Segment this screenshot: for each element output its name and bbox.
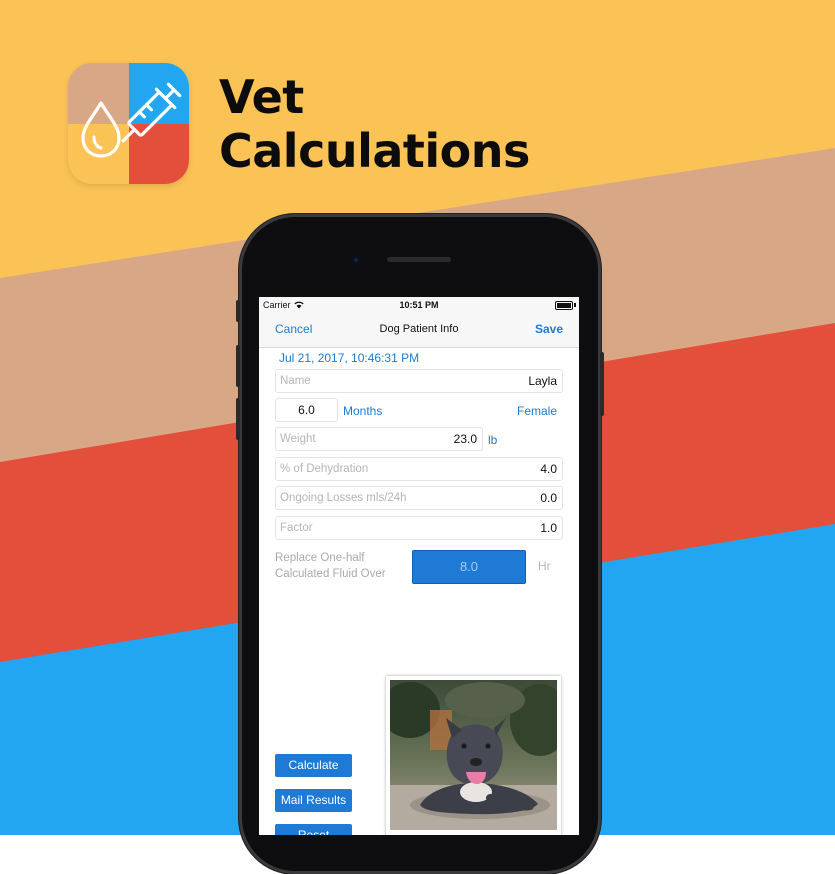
ongoing-losses-placeholder: Ongoing Losses mls/24h [280,492,407,504]
drop-and-syringe-icon [81,82,182,158]
replace-fluid-label-line1: Replace One-half [275,552,365,564]
app-title: Vet Calculations [219,70,530,178]
ongoing-losses-field[interactable]: Ongoing Losses mls/24h 0.0 [275,486,563,510]
name-field[interactable]: Name Layla [275,369,563,393]
replace-fluid-label: Replace One-half Calculated Fluid Over [275,550,386,582]
patient-photo-card[interactable] [386,676,561,835]
app-title-line2: Calculations [219,124,530,178]
volume-down-button [236,398,240,440]
replace-fluid-label-line2: Calculated Fluid Over [275,568,386,580]
navigation-bar: Cancel Dog Patient Info Save [259,313,579,348]
reset-button[interactable]: Reset [275,824,352,835]
weight-placeholder: Weight [280,433,316,445]
name-value: Layla [528,374,557,388]
ongoing-losses-value: 0.0 [540,491,557,505]
dog-nose [470,758,482,766]
weight-value: 23.0 [453,432,477,446]
status-time: 10:51 PM [399,300,439,310]
dehydration-field[interactable]: % of Dehydration 4.0 [275,457,563,481]
name-placeholder: Name [280,375,311,387]
app-icon [68,63,189,184]
date-picker-value[interactable]: Jul 21, 2017, 10:46:31 PM [279,351,419,365]
age-field[interactable]: 6.0 [275,398,338,422]
dehydration-value: 4.0 [540,462,557,476]
dehydration-placeholder: % of Dehydration [280,463,369,475]
sex-button[interactable]: Female [517,404,557,418]
power-button [600,352,604,416]
battery-tip [574,303,576,307]
dog-eye-left [461,743,467,749]
status-bar: Carrier 10:51 PM [259,297,579,313]
hours-unit-label: Hr [538,559,551,573]
weight-unit-button[interactable]: lb [488,433,497,447]
age-unit-button[interactable]: Months [343,404,382,418]
mute-switch [236,300,240,322]
front-camera [352,256,360,264]
battery-icon [555,301,573,310]
factor-value: 1.0 [540,521,557,535]
factor-field[interactable]: Factor 1.0 [275,516,563,540]
weight-field[interactable]: Weight 23.0 [275,427,483,451]
earpiece-speaker [387,257,451,262]
dog-eye-right [485,743,491,749]
dog-photo [390,680,557,830]
factor-placeholder: Factor [280,522,313,534]
calculate-button[interactable]: Calculate [275,754,352,777]
save-button[interactable]: Save [535,322,563,336]
mail-results-button[interactable]: Mail Results [275,789,352,812]
foliage-mid [445,682,525,718]
nav-title: Dog Patient Info [379,323,459,335]
age-value: 6.0 [298,403,315,417]
app-title-line1: Vet [219,70,304,124]
hours-picker-button[interactable]: 8.0 [412,550,526,584]
phone-screen: Carrier 10:51 PM Cancel Dog Patient Info… [259,297,579,835]
volume-up-button [236,345,240,387]
